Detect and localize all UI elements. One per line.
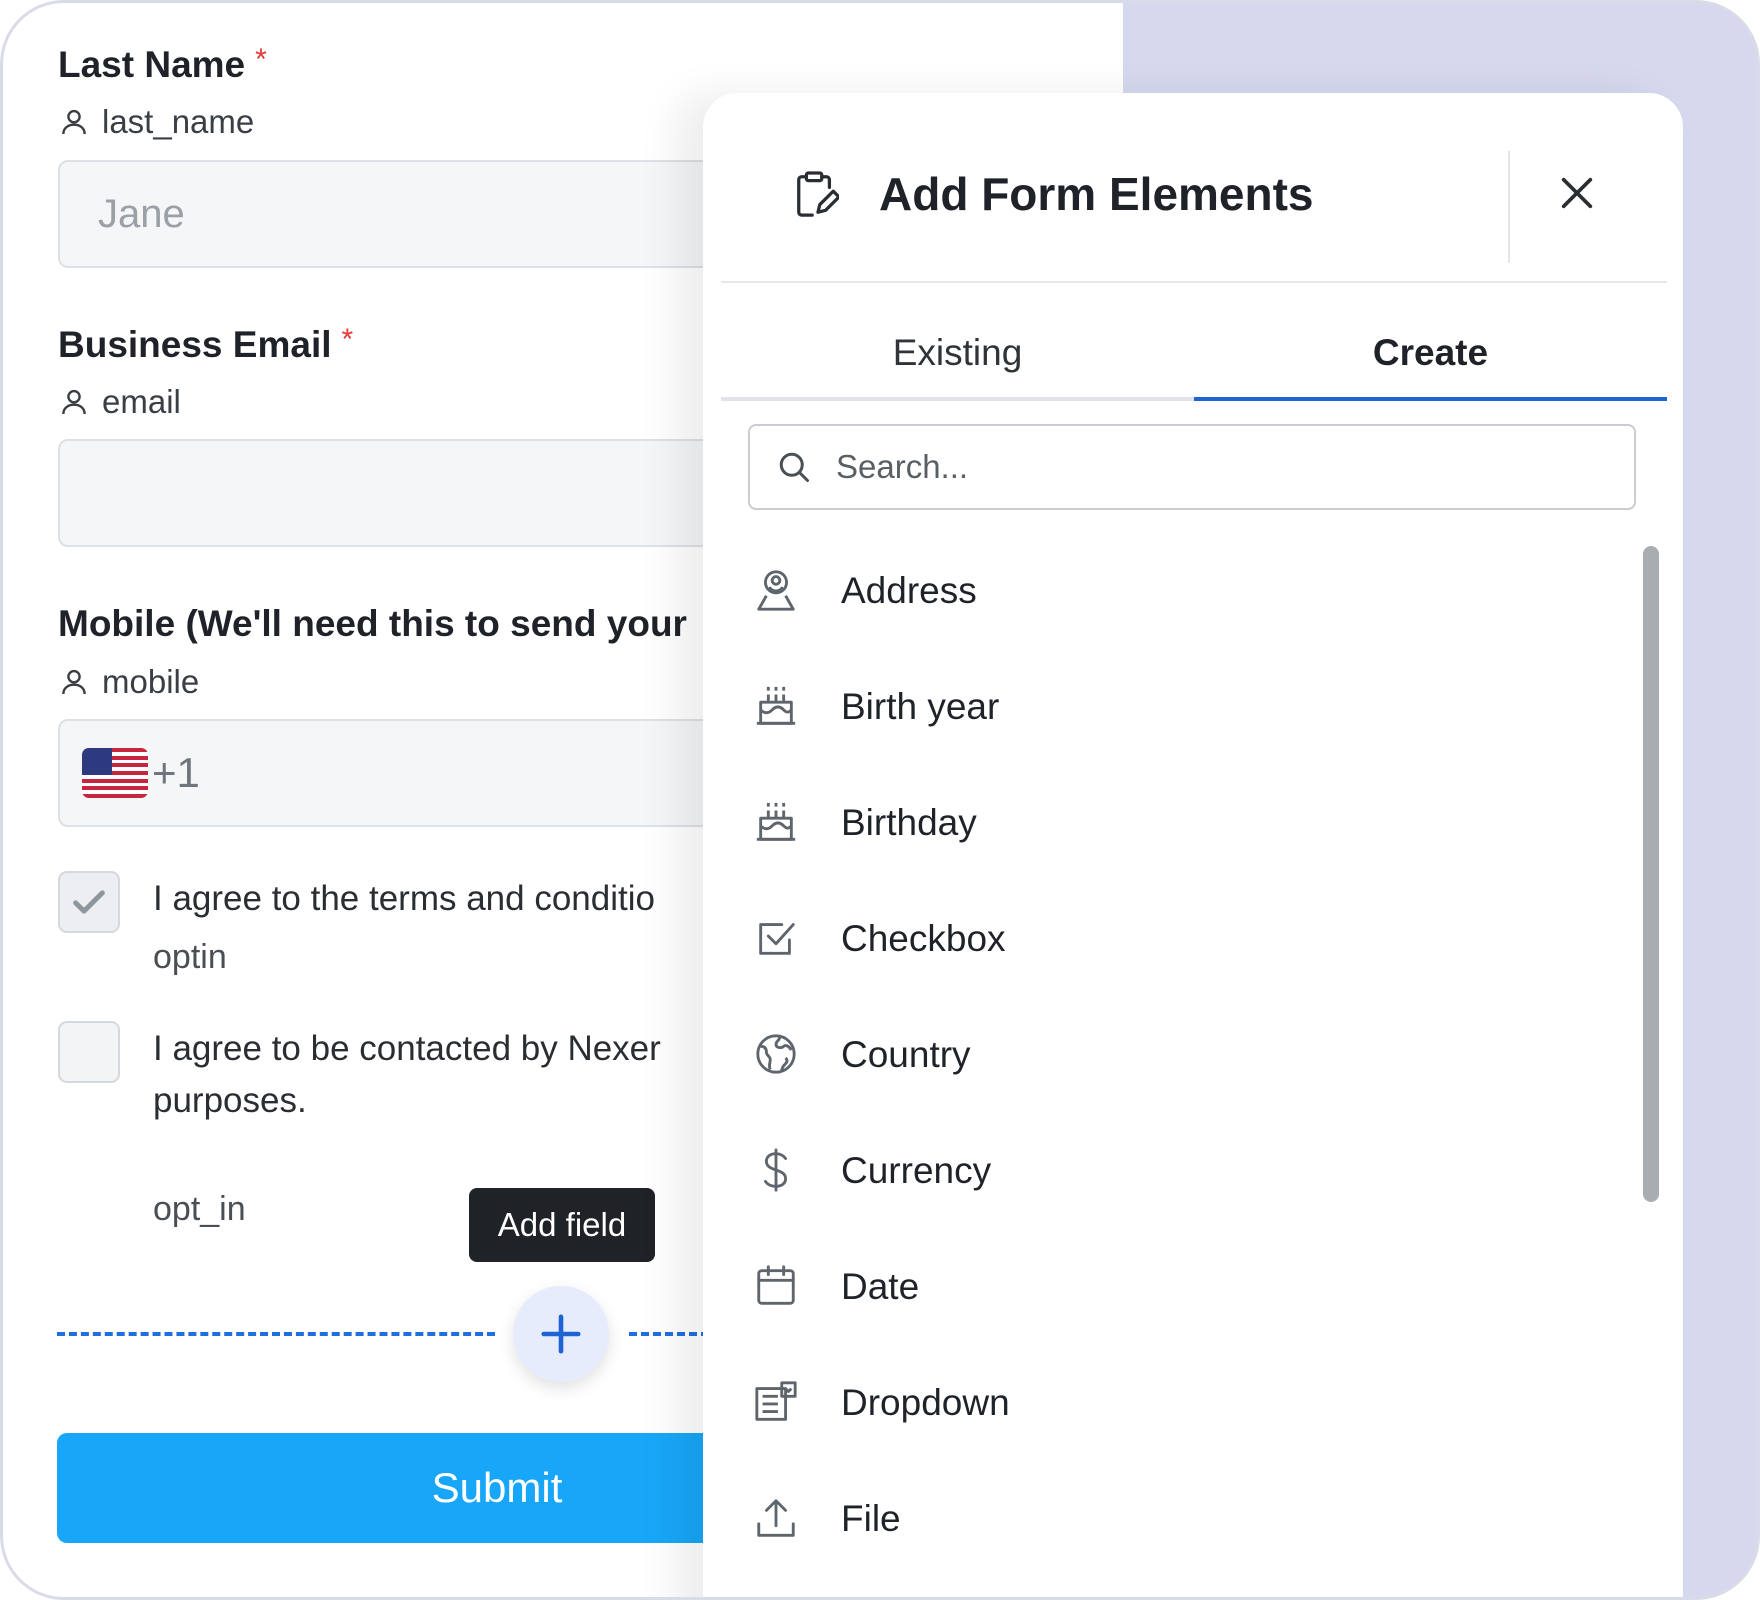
required-mark: *	[341, 323, 354, 356]
opt-in-key: opt_in	[153, 1190, 246, 1228]
app-frame: Last Name * last_name Jane Business Email…	[0, 0, 1760, 1600]
close-icon	[1561, 177, 1593, 209]
email-key-row: email	[58, 383, 181, 421]
list-item-birth-year[interactable]: Birth year	[703, 649, 1643, 765]
user-icon	[62, 389, 86, 415]
calendar-icon	[757, 1265, 795, 1305]
last-name-placeholder: Jane	[98, 191, 185, 236]
search-box	[748, 424, 1636, 510]
list-item-label: Birth year	[841, 686, 1000, 727]
dial-code: +1	[152, 749, 200, 796]
list-item-label: Date	[841, 1266, 920, 1307]
insert-line-right	[629, 1332, 709, 1336]
dollar-icon	[764, 1148, 788, 1192]
tab-create[interactable]: Create	[1194, 309, 1667, 401]
last-name-key-row: last_name	[58, 103, 254, 141]
list-item-checkbox[interactable]: Checkbox	[703, 881, 1643, 997]
add-form-elements-panel: Add Form Elements Existing Create Addres…	[703, 93, 1683, 1597]
list-item-label: Birthday	[841, 802, 977, 843]
tab-existing[interactable]: Existing	[721, 309, 1194, 401]
cake-icon	[756, 686, 796, 725]
list-scrollbar[interactable]	[1643, 546, 1659, 1202]
panel-title: Add Form Elements	[879, 168, 1314, 220]
search-icon	[779, 452, 809, 482]
last-name-label-row: Last Name *	[58, 43, 267, 86]
list-item-label: Address	[841, 570, 977, 611]
optin-key: optin	[153, 938, 227, 976]
globe-icon	[756, 1034, 796, 1074]
add-field-tooltip: Add field	[469, 1188, 655, 1262]
list-item-birthday[interactable]: Birthday	[703, 765, 1643, 881]
email-label: Business Email	[58, 324, 332, 365]
opt-in-label-line1: I agree to be contacted by Nexer	[153, 1029, 661, 1068]
optin-checkbox[interactable]	[58, 871, 120, 933]
mobile-label-row: Mobile (We'll need this to send your	[58, 603, 687, 645]
list-item-file[interactable]: File	[703, 1461, 1643, 1577]
last-name-key: last_name	[102, 103, 255, 140]
add-field-button[interactable]	[513, 1286, 609, 1382]
close-button[interactable]	[1547, 163, 1607, 223]
email-label-row: Business Email *	[58, 323, 353, 366]
insert-line-left	[57, 1332, 495, 1336]
checkbox-icon	[759, 923, 795, 955]
list-item-dropdown[interactable]: Dropdown	[703, 1345, 1643, 1461]
optin-label: I agree to the terms and conditio	[153, 879, 655, 918]
panel-header: Add Form Elements	[703, 93, 1683, 283]
clipboard-edit-icon	[797, 171, 839, 217]
list-item-label: Dropdown	[841, 1382, 1010, 1423]
us-flag-icon[interactable]	[82, 748, 148, 798]
mobile-key-row: mobile	[58, 663, 199, 701]
upload-icon	[757, 1499, 795, 1537]
mobile-key: mobile	[102, 663, 200, 700]
header-divider	[1508, 151, 1510, 263]
dropdown-icon	[755, 1381, 797, 1421]
opt-in-label-line2: purposes.	[153, 1081, 307, 1120]
address-icon	[757, 570, 795, 611]
opt-in-checkbox[interactable]	[58, 1021, 120, 1083]
header-separator	[721, 281, 1667, 283]
list-item-currency[interactable]: Currency	[703, 1113, 1643, 1229]
plus-icon	[541, 1314, 581, 1354]
list-item-label: File	[841, 1498, 901, 1539]
cake-icon	[756, 802, 796, 841]
list-item-label: Currency	[841, 1150, 992, 1191]
element-list: Address Birth year Birthday Checkbox Cou…	[703, 533, 1643, 1577]
list-item-label: Country	[841, 1034, 971, 1075]
check-icon	[73, 890, 105, 914]
mobile-label: Mobile (We'll need this to send your	[58, 603, 687, 644]
email-key: email	[102, 383, 181, 420]
user-icon	[62, 109, 86, 135]
required-mark: *	[255, 43, 267, 76]
list-item-country[interactable]: Country	[703, 997, 1643, 1113]
list-item-address[interactable]: Address	[703, 533, 1643, 649]
list-item-date[interactable]: Date	[703, 1229, 1643, 1345]
last-name-label: Last Name	[58, 44, 246, 85]
user-icon	[62, 669, 86, 695]
search-input[interactable]	[834, 447, 1598, 487]
list-item-label: Checkbox	[841, 918, 1006, 959]
